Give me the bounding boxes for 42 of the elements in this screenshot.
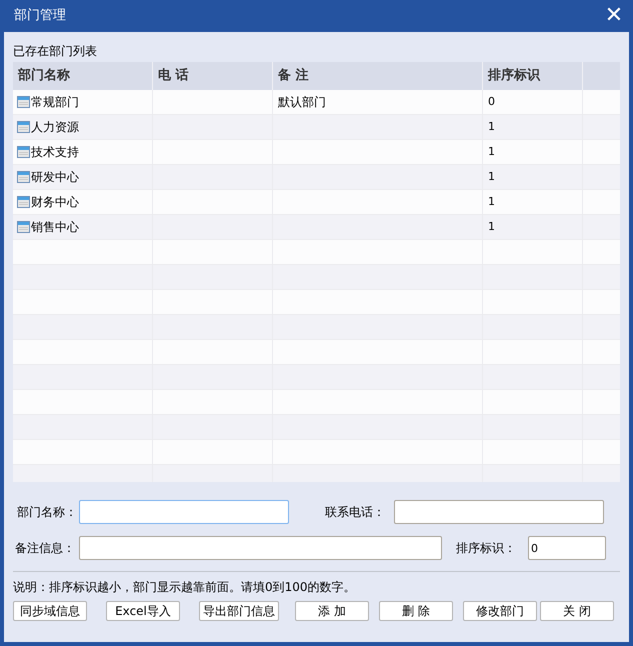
action-button[interactable]: Excel导入	[106, 601, 180, 621]
column-header: 排序标识	[488, 66, 540, 86]
table-icon	[17, 196, 30, 208]
action-button[interactable]: 导出部门信息	[199, 601, 279, 621]
table-cell-text: 人力资源	[31, 119, 79, 136]
action-button[interactable]: 关 闭	[540, 601, 614, 621]
table-icon	[17, 221, 30, 233]
input-field[interactable]	[394, 500, 604, 524]
table-cell-text: 财务中心	[31, 194, 79, 211]
input-field[interactable]: 0	[528, 536, 606, 560]
table-cell-text: 1	[488, 194, 495, 210]
column-header: 部门名称	[18, 66, 70, 86]
table-cell-text: 销售中心	[31, 219, 79, 236]
section-label: 已存在部门列表	[13, 43, 98, 60]
table-icon	[17, 146, 30, 158]
table-cell-text: 默认部门	[278, 94, 326, 111]
table-cell-text: 0	[488, 94, 495, 110]
table-cell-text: 技术支持	[31, 144, 79, 161]
action-button[interactable]: 添 加	[295, 601, 369, 621]
action-button[interactable]: 修改部门	[463, 601, 537, 621]
table-icon	[17, 121, 30, 133]
hint-text: 说明：排序标识越小，部门显示越靠前面。请填0到100的数字。	[13, 579, 357, 595]
table-cell-text: 1	[488, 168, 495, 185]
input-field[interactable]	[79, 500, 289, 524]
table-cell-text: 1	[488, 218, 495, 235]
table-cell-text: 1	[488, 118, 495, 135]
table-icon	[17, 171, 30, 183]
table-icon	[17, 96, 30, 108]
close-button[interactable]: ✕	[601, 3, 627, 29]
table-cell-text: 1	[488, 144, 495, 160]
field-label: 联系电话：	[325, 504, 386, 521]
table-cell-text: 研发中心	[31, 169, 79, 186]
action-button[interactable]: 同步域信息	[13, 601, 87, 621]
field-label: 部门名称：	[16, 504, 78, 521]
window-title: 部门管理	[14, 7, 66, 26]
action-button[interactable]: 删 除	[379, 601, 453, 621]
table-cell-text: 常规部门	[31, 94, 79, 111]
field-label: 排序标识：	[456, 540, 517, 557]
input-field[interactable]	[79, 536, 442, 560]
field-label: 备注信息：	[14, 540, 76, 557]
column-header: 电 话	[158, 67, 189, 86]
column-header: 备 注	[278, 66, 309, 86]
